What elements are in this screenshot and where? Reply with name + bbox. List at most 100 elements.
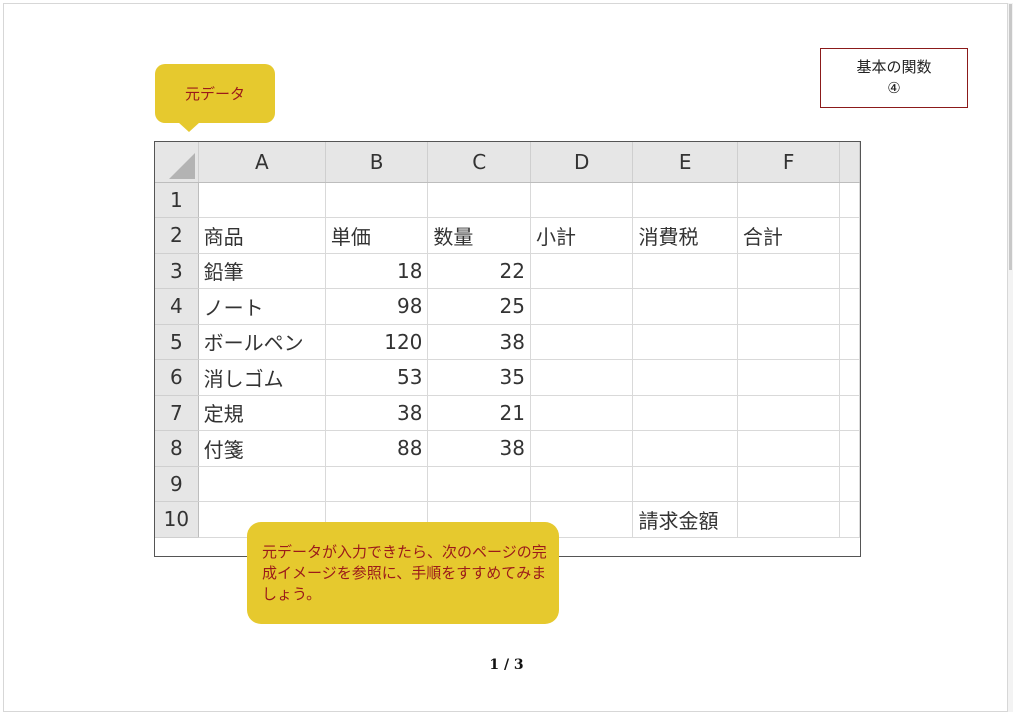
callout-instructions-text: 元データが入力できたら、次のページの完成イメージを参照に、手順をすすめてみましょ…	[262, 543, 547, 603]
cell-overflow	[839, 501, 860, 538]
callout-source-data-text: 元データ	[184, 85, 245, 103]
cell-f2: 合計	[737, 217, 841, 254]
cell-a6: 消しゴム	[198, 359, 326, 396]
cell-d9	[530, 466, 634, 502]
table-row: 8 付箋 88 38	[155, 430, 860, 467]
cell-a1	[198, 182, 326, 218]
row-header: 8	[155, 430, 199, 467]
cell-e8	[632, 430, 738, 467]
callout-instructions: 元データが入力できたら、次のページの完成イメージを参照に、手順をすすめてみましょ…	[247, 522, 559, 624]
callout-source-data: 元データ	[155, 64, 275, 123]
table-row: 2 商品 単価 数量 小計 消費税 合計	[155, 217, 860, 254]
cell-c3: 22	[427, 253, 531, 289]
cell-c7: 21	[427, 395, 531, 431]
cell-overflow	[839, 253, 860, 289]
row-header: 9	[155, 466, 199, 502]
cell-b3: 18	[325, 253, 429, 289]
cell-c6: 35	[427, 359, 531, 396]
cell-a8: 付箋	[198, 430, 326, 467]
row-header: 10	[155, 501, 199, 538]
cell-e1	[632, 182, 738, 218]
cell-f4	[737, 288, 841, 325]
cell-b8: 88	[325, 430, 429, 467]
cell-a2: 商品	[198, 217, 326, 254]
cell-f9	[737, 466, 841, 502]
cell-d1	[530, 182, 634, 218]
cell-b6: 53	[325, 359, 429, 396]
cell-c9	[427, 466, 531, 502]
table-row: 1	[155, 182, 860, 218]
title-text: 基本の関数	[856, 58, 932, 76]
cell-d4	[530, 288, 634, 325]
cell-a4: ノート	[198, 288, 326, 325]
table-row: 6 消しゴム 53 35	[155, 359, 860, 396]
cell-e10: 請求金額	[632, 501, 738, 538]
cell-b9	[325, 466, 429, 502]
row-header: 6	[155, 359, 199, 396]
title-box: 基本の関数 ④	[820, 48, 968, 108]
column-header-row: ABCDEF	[155, 142, 860, 183]
cell-b5: 120	[325, 324, 429, 360]
cell-overflow	[839, 359, 860, 396]
cell-c8: 38	[427, 430, 531, 467]
spreadsheet-grid: A B C D E F 1 2 商品 単価 数量 小計 消費税 合計 3 鉛筆 18 22 4 ノート 98 25 5 ボール…	[155, 142, 860, 538]
cell-overflow	[839, 182, 860, 218]
column-header-overflow	[839, 142, 860, 183]
column-header-f: F	[737, 142, 841, 183]
table-row: 9	[155, 466, 860, 502]
cell-d7	[530, 395, 634, 431]
cell-e7	[632, 395, 738, 431]
cell-b2: 単価	[325, 217, 429, 254]
row-header: 4	[155, 288, 199, 325]
cell-d5	[530, 324, 634, 360]
callout-tail	[178, 122, 200, 132]
row-header: 5	[155, 324, 199, 360]
cell-f8	[737, 430, 841, 467]
column-header-b: B	[325, 142, 429, 183]
cell-a9	[198, 466, 326, 502]
cell-e5	[632, 324, 738, 360]
table-row: 3 鉛筆 18 22	[155, 253, 860, 289]
cell-d2: 小計	[530, 217, 634, 254]
cell-b1	[325, 182, 429, 218]
title-number: ④	[887, 79, 901, 97]
spreadsheet-screenshot: A B C D E F 1 2 商品 単価 数量 小計 消費税 合計 3 鉛筆 18 22 4 ノート 98 25 5 ボール…	[154, 141, 861, 557]
cell-f10	[737, 501, 841, 538]
cell-overflow	[839, 395, 860, 431]
cell-b4: 98	[325, 288, 429, 325]
row-header: 2	[155, 217, 199, 254]
cell-f1	[737, 182, 841, 218]
cell-f5	[737, 324, 841, 360]
select-all-corner	[155, 142, 199, 183]
cell-overflow	[839, 466, 860, 502]
column-header-a: A	[198, 142, 326, 183]
cell-c1	[427, 182, 531, 218]
column-header-c: C	[427, 142, 531, 183]
cell-e9	[632, 466, 738, 502]
cell-c2: 数量	[427, 217, 531, 254]
cell-f6	[737, 359, 841, 396]
row-header: 7	[155, 395, 199, 431]
column-header-e: E	[632, 142, 738, 183]
scrollbar-thumb[interactable]	[1009, 4, 1012, 270]
cell-overflow	[839, 288, 860, 325]
cell-overflow	[839, 430, 860, 467]
cell-e2: 消費税	[632, 217, 738, 254]
cell-a5: ボールペン	[198, 324, 326, 360]
cell-a3: 鉛筆	[198, 253, 326, 289]
cell-e6	[632, 359, 738, 396]
cell-d6	[530, 359, 634, 396]
table-row: 4 ノート 98 25	[155, 288, 860, 325]
cell-b7: 38	[325, 395, 429, 431]
page-number: 1 / 3	[489, 657, 524, 673]
cell-f7	[737, 395, 841, 431]
row-header: 3	[155, 253, 199, 289]
cell-overflow	[839, 324, 860, 360]
cell-c5: 38	[427, 324, 531, 360]
select-all-triangle-icon	[168, 152, 195, 179]
table-row: 7 定規 38 21	[155, 395, 860, 431]
table-row: 5 ボールペン 120 38	[155, 324, 860, 360]
cell-a7: 定規	[198, 395, 326, 431]
cell-c4: 25	[427, 288, 531, 325]
cell-overflow	[839, 217, 860, 254]
